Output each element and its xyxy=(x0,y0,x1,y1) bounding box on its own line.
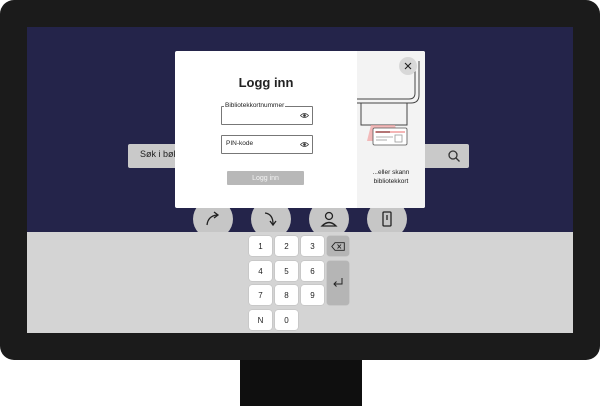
redo-arrow-icon xyxy=(206,211,220,226)
enter-key[interactable] xyxy=(327,261,349,305)
monitor-stand xyxy=(240,360,362,406)
search-icon[interactable] xyxy=(447,149,461,163)
key-7[interactable]: 7 xyxy=(249,285,272,305)
key-9[interactable]: 9 xyxy=(301,285,324,305)
backspace-icon xyxy=(331,241,345,251)
login-button[interactable]: Logg inn xyxy=(227,171,304,185)
close-button[interactable] xyxy=(399,57,417,75)
scan-text-line2: bibliotekkort xyxy=(373,178,409,185)
key-0[interactable]: 0 xyxy=(275,310,298,330)
close-icon xyxy=(404,62,412,70)
enter-icon xyxy=(333,278,343,287)
modal-title: Logg inn xyxy=(238,75,294,90)
login-modal: Logg inn Bibliotekkortnummer PIN-kode Lo… xyxy=(175,51,425,208)
eye-icon[interactable] xyxy=(300,140,309,149)
key-8[interactable]: 8 xyxy=(275,285,298,305)
key-1[interactable]: 1 xyxy=(249,236,272,256)
pin-field[interactable]: PIN-kode xyxy=(221,135,313,154)
key-6[interactable]: 6 xyxy=(301,261,324,281)
key-2[interactable]: 2 xyxy=(275,236,298,256)
pin-placeholder: PIN-kode xyxy=(226,140,254,147)
key-5[interactable]: 5 xyxy=(275,261,298,281)
person-icon xyxy=(320,211,338,227)
key-4[interactable]: 4 xyxy=(249,261,272,281)
scan-card-text: ...eller skann bibliotekkort xyxy=(357,168,425,186)
forward-arrow-icon xyxy=(264,212,277,227)
scan-text-line1: ...eller skann xyxy=(372,169,410,176)
key-3[interactable]: 3 xyxy=(301,236,324,256)
card-number-label: Bibliotekkortnummer xyxy=(224,102,286,109)
key-n[interactable]: N xyxy=(249,310,272,330)
phone-icon xyxy=(382,211,392,227)
keypad-panel xyxy=(27,232,573,333)
eye-icon[interactable] xyxy=(300,111,309,120)
backspace-key[interactable] xyxy=(327,236,349,256)
